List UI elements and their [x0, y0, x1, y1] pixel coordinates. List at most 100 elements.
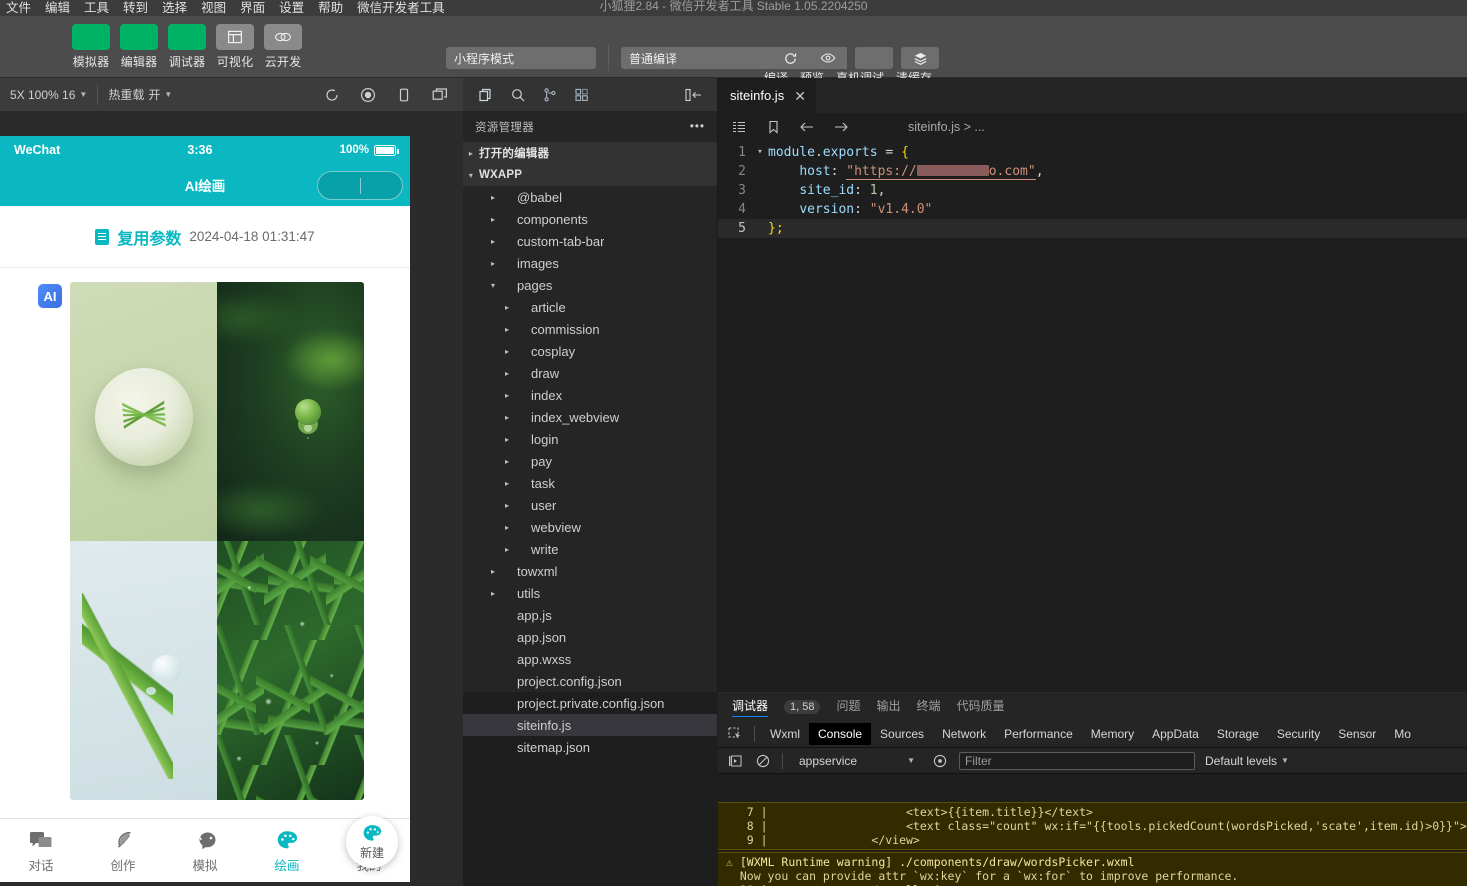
- chevron-down-icon[interactable]: ▾: [485, 281, 501, 290]
- context-select[interactable]: appservice ▼: [793, 753, 921, 769]
- tree-item-utils[interactable]: ▸utils: [463, 582, 717, 604]
- reuse-params-row[interactable]: 复用参数 2024-04-18 01:31:47: [0, 206, 410, 268]
- menu-item-3[interactable]: 转到: [123, 0, 148, 16]
- tree-item-project-config-json[interactable]: project.config.json: [463, 670, 717, 692]
- panel-tab-sensor[interactable]: Sensor: [1329, 723, 1385, 745]
- panel-tab-security[interactable]: Security: [1268, 723, 1329, 745]
- chevron-right-icon[interactable]: ▸: [499, 347, 515, 356]
- phone-icon[interactable]: [395, 86, 413, 104]
- tree-item-siteinfo-js[interactable]: siteinfo.js: [463, 714, 717, 736]
- chevron-right-icon[interactable]: ▸: [485, 589, 501, 598]
- devtools-top-tab-2[interactable]: 输出: [877, 697, 901, 716]
- menu-bar[interactable]: 文件编辑工具转到选择视图界面设置帮助微信开发者工具: [0, 0, 445, 16]
- extensions-icon[interactable]: [573, 86, 591, 104]
- menu-item-8[interactable]: 帮助: [318, 0, 343, 16]
- hot-reload-toggle[interactable]: 热重载 开 ▼: [98, 86, 182, 103]
- chevron-right-icon[interactable]: ▸: [485, 193, 501, 202]
- filter-input[interactable]: Filter: [959, 752, 1195, 770]
- chevron-right-icon[interactable]: ▸: [499, 325, 515, 334]
- toolbar-buttons[interactable]: 模拟器编辑器调试器可视化云开发: [72, 24, 302, 70]
- tree-section-0[interactable]: ▸打开的编辑器: [463, 142, 717, 164]
- tab-create[interactable]: 创作: [82, 828, 164, 874]
- wechat-capsule-button[interactable]: [317, 171, 403, 200]
- chevron-right-icon[interactable]: ▸: [499, 479, 515, 488]
- tree-item-webview[interactable]: ▸webview: [463, 516, 717, 538]
- chevron-right-icon[interactable]: ▸: [499, 545, 515, 554]
- chevron-right-icon[interactable]: ▸: [485, 237, 501, 246]
- tree-item-pay[interactable]: ▸pay: [463, 450, 717, 472]
- tree-item-commission[interactable]: ▸commission: [463, 318, 717, 340]
- tree-item-article[interactable]: ▸article: [463, 296, 717, 318]
- menu-item-7[interactable]: 设置: [279, 0, 304, 16]
- collapse-sidebar-icon[interactable]: [685, 86, 703, 104]
- tree-item-index-webview[interactable]: ▸index_webview: [463, 406, 717, 428]
- toolbar-button-cloud[interactable]: 云开发: [264, 24, 302, 70]
- devtools-top-tab-4[interactable]: 代码质量: [957, 697, 1005, 716]
- mode-select[interactable]: 小程序模式: [446, 47, 596, 69]
- devtools-top-tab-1[interactable]: 问题: [836, 697, 860, 716]
- compile-mode-select[interactable]: 普通编译: [621, 47, 771, 69]
- file-tree[interactable]: ▸打开的编辑器▾WXAPP▸@babel▸components▸custom-t…: [463, 142, 717, 758]
- chevron-right-icon[interactable]: ▸: [499, 303, 515, 312]
- code-area[interactable]: 1 ▾ module.exports = { 2 host: "https://…: [718, 141, 1467, 238]
- devtools-top-tabs[interactable]: 调试器1, 58问题输出终端代码质量: [718, 693, 1467, 720]
- tree-item-components[interactable]: ▸components: [463, 208, 717, 230]
- tree-item-images[interactable]: ▸images: [463, 252, 717, 274]
- toolbar-button-layout[interactable]: 可视化: [216, 24, 254, 70]
- tree-item-sitemap-json[interactable]: sitemap.json: [463, 736, 717, 758]
- chevron-right-icon[interactable]: ▸: [485, 215, 501, 224]
- devtools-top-tab-3[interactable]: 终端: [917, 697, 941, 716]
- menu-item-1[interactable]: 编辑: [45, 0, 70, 16]
- tree-item-task[interactable]: ▸task: [463, 472, 717, 494]
- compile-button[interactable]: [771, 47, 809, 69]
- chevron-right-icon[interactable]: ▸: [463, 149, 479, 158]
- chevron-right-icon[interactable]: ▸: [485, 567, 501, 576]
- menu-item-0[interactable]: 文件: [6, 0, 31, 16]
- chevron-down-icon[interactable]: ▾: [463, 171, 479, 180]
- panel-tab-storage[interactable]: Storage: [1208, 723, 1268, 745]
- new-drawing-fab[interactable]: 新建: [346, 816, 398, 868]
- tree-item-index[interactable]: ▸index: [463, 384, 717, 406]
- forward-arrow-icon[interactable]: [832, 118, 850, 136]
- generated-image-3[interactable]: [70, 541, 217, 800]
- tree-item-custom-tab-bar[interactable]: ▸custom-tab-bar: [463, 230, 717, 252]
- panel-tab-mo[interactable]: Mo: [1385, 723, 1420, 745]
- generated-image-4[interactable]: [217, 541, 364, 800]
- tree-item-project-private-config-json[interactable]: project.private.config.json: [463, 692, 717, 714]
- chevron-right-icon[interactable]: ▸: [499, 501, 515, 510]
- clear-console-icon[interactable]: [754, 752, 772, 770]
- back-arrow-icon[interactable]: [798, 118, 816, 136]
- tree-item-login[interactable]: ▸login: [463, 428, 717, 450]
- preview-button[interactable]: [809, 47, 847, 69]
- panel-tab-performance[interactable]: Performance: [995, 723, 1082, 745]
- breadcrumb[interactable]: siteinfo.js > ...: [908, 120, 985, 134]
- tree-item-user[interactable]: ▸user: [463, 494, 717, 516]
- menu-item-4[interactable]: 选择: [162, 0, 187, 16]
- close-icon[interactable]: ✕: [794, 89, 806, 103]
- console-output[interactable]: 7 | <text>{{item.title}}</text> 8 | <tex…: [718, 802, 1467, 886]
- panel-tab-console[interactable]: Console: [809, 723, 871, 745]
- files-icon[interactable]: [477, 86, 495, 104]
- tree-item-cosplay[interactable]: ▸cosplay: [463, 340, 717, 362]
- log-levels-select[interactable]: Default levels ▼: [1205, 754, 1289, 768]
- generated-image-2[interactable]: [217, 282, 364, 541]
- toolbar-button-editor[interactable]: 编辑器: [120, 24, 158, 70]
- editor-tab-siteinfo[interactable]: siteinfo.js ✕: [718, 78, 817, 113]
- outline-icon[interactable]: [730, 118, 748, 136]
- tree-item-write[interactable]: ▸write: [463, 538, 717, 560]
- eye-icon[interactable]: [931, 752, 949, 770]
- record-icon[interactable]: [359, 86, 377, 104]
- window-icon[interactable]: [431, 86, 449, 104]
- panel-tab-appdata[interactable]: AppData: [1143, 723, 1208, 745]
- tree-item-pages[interactable]: ▾pages: [463, 274, 717, 296]
- device-select[interactable]: 5X 100% 16 ▼: [0, 88, 97, 102]
- refresh-icon[interactable]: [323, 86, 341, 104]
- tree-item--babel[interactable]: ▸@babel: [463, 186, 717, 208]
- panel-tab-memory[interactable]: Memory: [1082, 723, 1143, 745]
- tab-drawing[interactable]: 绘画: [246, 828, 328, 874]
- fold-chevron-down-icon[interactable]: ▾: [752, 143, 768, 162]
- clear-cache-button[interactable]: [901, 47, 939, 69]
- tab-dialogue[interactable]: 对话: [0, 828, 82, 874]
- tab-simulate[interactable]: 模拟: [164, 828, 246, 874]
- tree-section-1[interactable]: ▾WXAPP: [463, 164, 717, 186]
